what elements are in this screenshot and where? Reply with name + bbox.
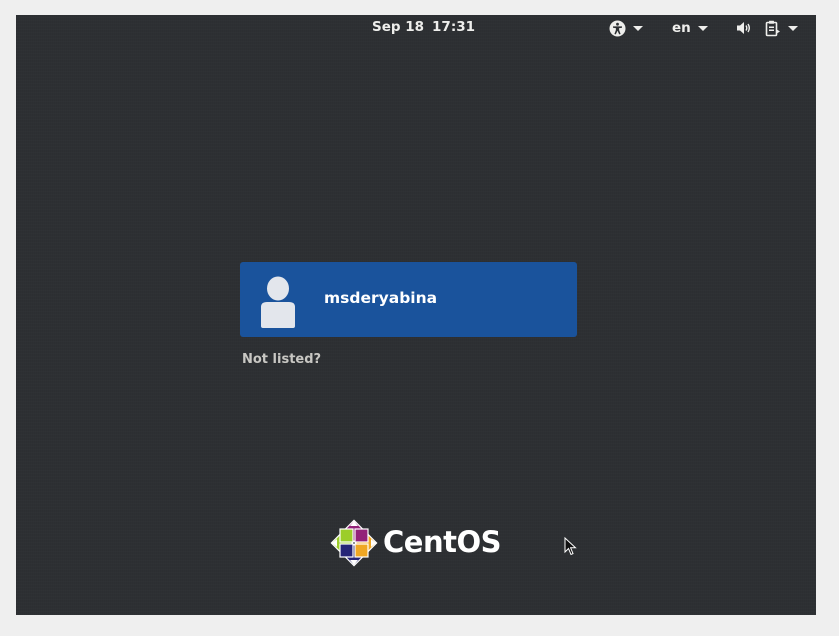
clock-time: 17:31 — [432, 19, 476, 35]
mouse-pointer-icon — [564, 537, 577, 556]
language-label: en — [672, 20, 691, 36]
centos-logo: CentOS — [330, 519, 510, 569]
top-bar: Sep 18 17:31 en — [16, 15, 816, 41]
centos-logo-text: CentOS — [383, 525, 502, 559]
accessibility-icon — [609, 20, 626, 36]
clipboard-power-icon — [765, 20, 780, 36]
clock-menu[interactable]: Sep 18 17:31 — [372, 19, 475, 35]
username-label: msderyabina — [324, 289, 438, 307]
system-menu[interactable] — [736, 18, 798, 38]
centos-logo-icon — [330, 519, 378, 567]
user-list-item[interactable]: msderyabina — [240, 262, 577, 337]
clock-date: Sep 18 — [372, 19, 425, 35]
language-menu[interactable]: en — [672, 18, 708, 38]
system-caret-icon — [788, 25, 798, 31]
volume-icon — [737, 22, 750, 34]
accessibility-caret-icon — [633, 25, 643, 31]
language-caret-icon — [697, 25, 708, 31]
accessibility-menu[interactable] — [609, 18, 643, 38]
not-listed-link[interactable]: Not listed? — [242, 352, 321, 367]
user-avatar-icon — [261, 276, 295, 328]
login-screen: Sep 18 17:31 en msderyabina Not listed? … — [16, 15, 816, 615]
